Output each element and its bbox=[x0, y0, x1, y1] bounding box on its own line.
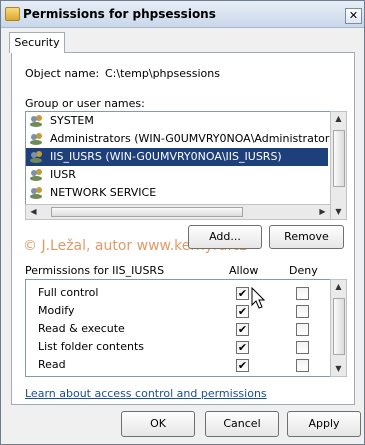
allow-checkbox[interactable]: ✔ bbox=[236, 305, 249, 318]
scroll-thumb[interactable] bbox=[51, 207, 243, 217]
add-button[interactable]: Add... bbox=[188, 225, 262, 249]
deny-checkbox[interactable] bbox=[296, 341, 309, 354]
user-name: SYSTEM bbox=[50, 114, 94, 127]
scroll-right-icon[interactable]: ▶ bbox=[315, 205, 330, 219]
user-group-icon bbox=[30, 132, 44, 145]
user-list-horizontal-scrollbar[interactable]: ◀ ▶ bbox=[25, 204, 331, 220]
scroll-left-icon[interactable]: ◀ bbox=[26, 205, 41, 219]
allow-checkbox[interactable]: ✔ bbox=[236, 287, 249, 300]
apply-button[interactable]: Apply bbox=[287, 411, 361, 437]
permission-name: List folder contents bbox=[38, 340, 144, 353]
user-group-icon bbox=[30, 150, 44, 163]
permission-name: Read bbox=[38, 358, 66, 371]
permissions-for-label: Permissions for IIS_IUSRS bbox=[25, 264, 165, 277]
object-name-value: C:\temp\phpsessions bbox=[105, 67, 220, 80]
deny-checkbox[interactable] bbox=[296, 287, 309, 300]
title-bar[interactable]: Permissions for phpsessions ✕ bbox=[1, 1, 364, 28]
list-item[interactable]: Administrators (WIN-G0UMVRY0NOA\Administ… bbox=[26, 130, 331, 148]
user-name: Administrators (WIN-G0UMVRY0NOA\Administ… bbox=[50, 132, 331, 145]
deny-checkbox[interactable] bbox=[296, 305, 309, 318]
permission-row: Read & execute ✔ bbox=[26, 320, 330, 338]
list-item-selected[interactable]: IIS_IUSRS (WIN-G0UMVRY0NOA\IIS_IUSRS) bbox=[26, 148, 328, 166]
user-name: IIS_IUSRS (WIN-G0UMVRY0NOA\IIS_IUSRS) bbox=[50, 150, 282, 163]
scroll-thumb[interactable] bbox=[333, 298, 345, 355]
user-group-icon bbox=[30, 114, 44, 127]
help-link[interactable]: Learn about access control and permissio… bbox=[25, 387, 267, 400]
permissions-list: Full control ✔ Modify ✔ Read & execute ✔… bbox=[25, 279, 331, 377]
user-group-icon bbox=[30, 186, 44, 199]
list-item[interactable]: SYSTEM bbox=[26, 112, 328, 130]
permission-row: Modify ✔ bbox=[26, 302, 330, 320]
permission-row: Full control ✔ bbox=[26, 284, 330, 302]
object-name-label: Object name: bbox=[25, 67, 100, 80]
permission-name: Modify bbox=[38, 304, 75, 317]
group-or-user-names-label: Group or user names: bbox=[25, 97, 145, 110]
mouse-cursor-icon bbox=[251, 287, 265, 309]
scroll-down-icon[interactable]: ▼ bbox=[331, 205, 346, 219]
list-item[interactable]: NETWORK SERVICE bbox=[26, 184, 328, 202]
deny-column-header: Deny bbox=[289, 264, 318, 277]
permissions-dialog: Permissions for phpsessions ✕ Security O… bbox=[0, 0, 365, 445]
list-item[interactable]: IUSR bbox=[26, 166, 328, 184]
permission-row: List folder contents ✔ bbox=[26, 338, 330, 356]
scroll-up-icon[interactable]: ▲ bbox=[331, 280, 346, 294]
permission-name: Full control bbox=[38, 286, 99, 299]
permission-row: Read ✔ bbox=[26, 356, 330, 374]
deny-checkbox[interactable] bbox=[296, 323, 309, 336]
window-title: Permissions for phpsessions bbox=[23, 7, 216, 21]
remove-button[interactable]: Remove bbox=[269, 225, 344, 249]
folder-icon bbox=[5, 7, 20, 21]
permission-name: Read & execute bbox=[38, 322, 125, 335]
allow-checkbox[interactable]: ✔ bbox=[236, 341, 249, 354]
user-list-vertical-scrollbar[interactable]: ▲ ▼ bbox=[330, 111, 347, 220]
permissions-scrollbar[interactable]: ▲ ▼ bbox=[330, 279, 347, 377]
user-group-icon bbox=[30, 168, 44, 181]
cancel-button[interactable]: Cancel bbox=[205, 411, 279, 437]
tab-security[interactable]: Security bbox=[9, 32, 65, 53]
scroll-up-icon[interactable]: ▲ bbox=[331, 112, 346, 126]
ok-button[interactable]: OK bbox=[121, 411, 195, 437]
allow-column-header: Allow bbox=[229, 264, 259, 277]
deny-checkbox[interactable] bbox=[296, 359, 309, 372]
allow-checkbox[interactable]: ✔ bbox=[236, 323, 249, 336]
close-icon[interactable]: ✕ bbox=[345, 8, 362, 24]
user-name: NETWORK SERVICE bbox=[50, 186, 157, 199]
scroll-thumb[interactable] bbox=[333, 130, 345, 187]
allow-checkbox[interactable]: ✔ bbox=[236, 359, 249, 372]
scroll-down-icon[interactable]: ▼ bbox=[331, 362, 346, 376]
user-name: IUSR bbox=[50, 168, 76, 181]
